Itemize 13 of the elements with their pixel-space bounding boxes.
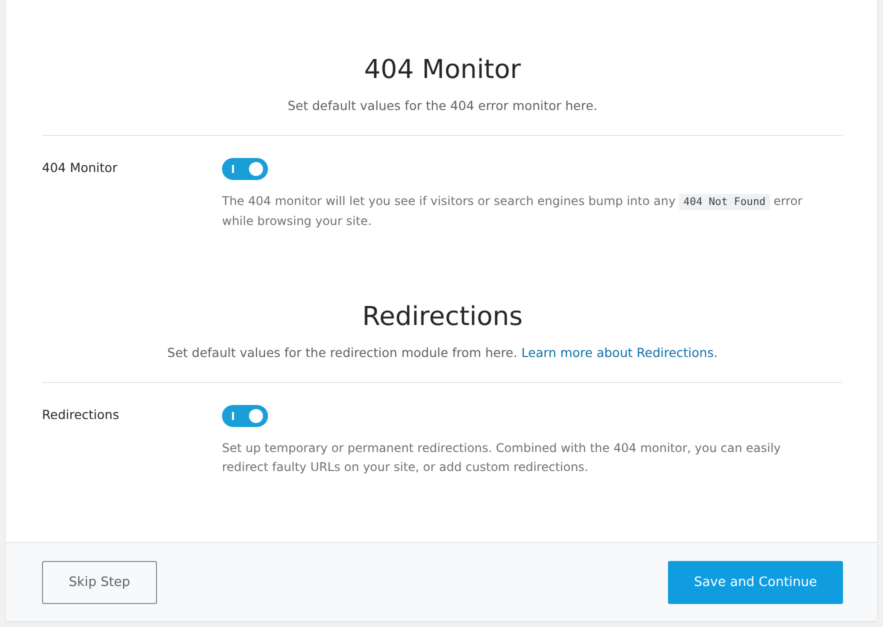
setting-description: The 404 monitor will let you see if visitors or search engines bump into any 404 Not Found error while browsing your site. xyxy=(222,193,803,230)
section-subtitle: Set default values for the 404 error monitor here. xyxy=(288,98,598,113)
setting-label: Redirections xyxy=(42,406,120,424)
skip-step-button[interactable]: Skip Step xyxy=(42,560,157,604)
setting-description: Set up temporary or permanent redirections. Combined with the 404 monitor, you can easily redirect faulty URLs on your site, or add custom redirections. xyxy=(222,440,782,476)
section-subtitle: Set default values for the redirection module from here. xyxy=(167,345,518,360)
toggle-switch[interactable] xyxy=(222,158,268,180)
toggle-switch[interactable] xyxy=(222,405,268,427)
section-title: Redirections xyxy=(361,301,524,334)
learn-more-link[interactable]: Learn more about Redirections. xyxy=(521,345,718,360)
save-continue-button[interactable]: Save and Continue xyxy=(668,560,843,604)
setting-label: 404 Monitor xyxy=(42,159,118,177)
section-title: 404 Monitor xyxy=(363,54,522,87)
